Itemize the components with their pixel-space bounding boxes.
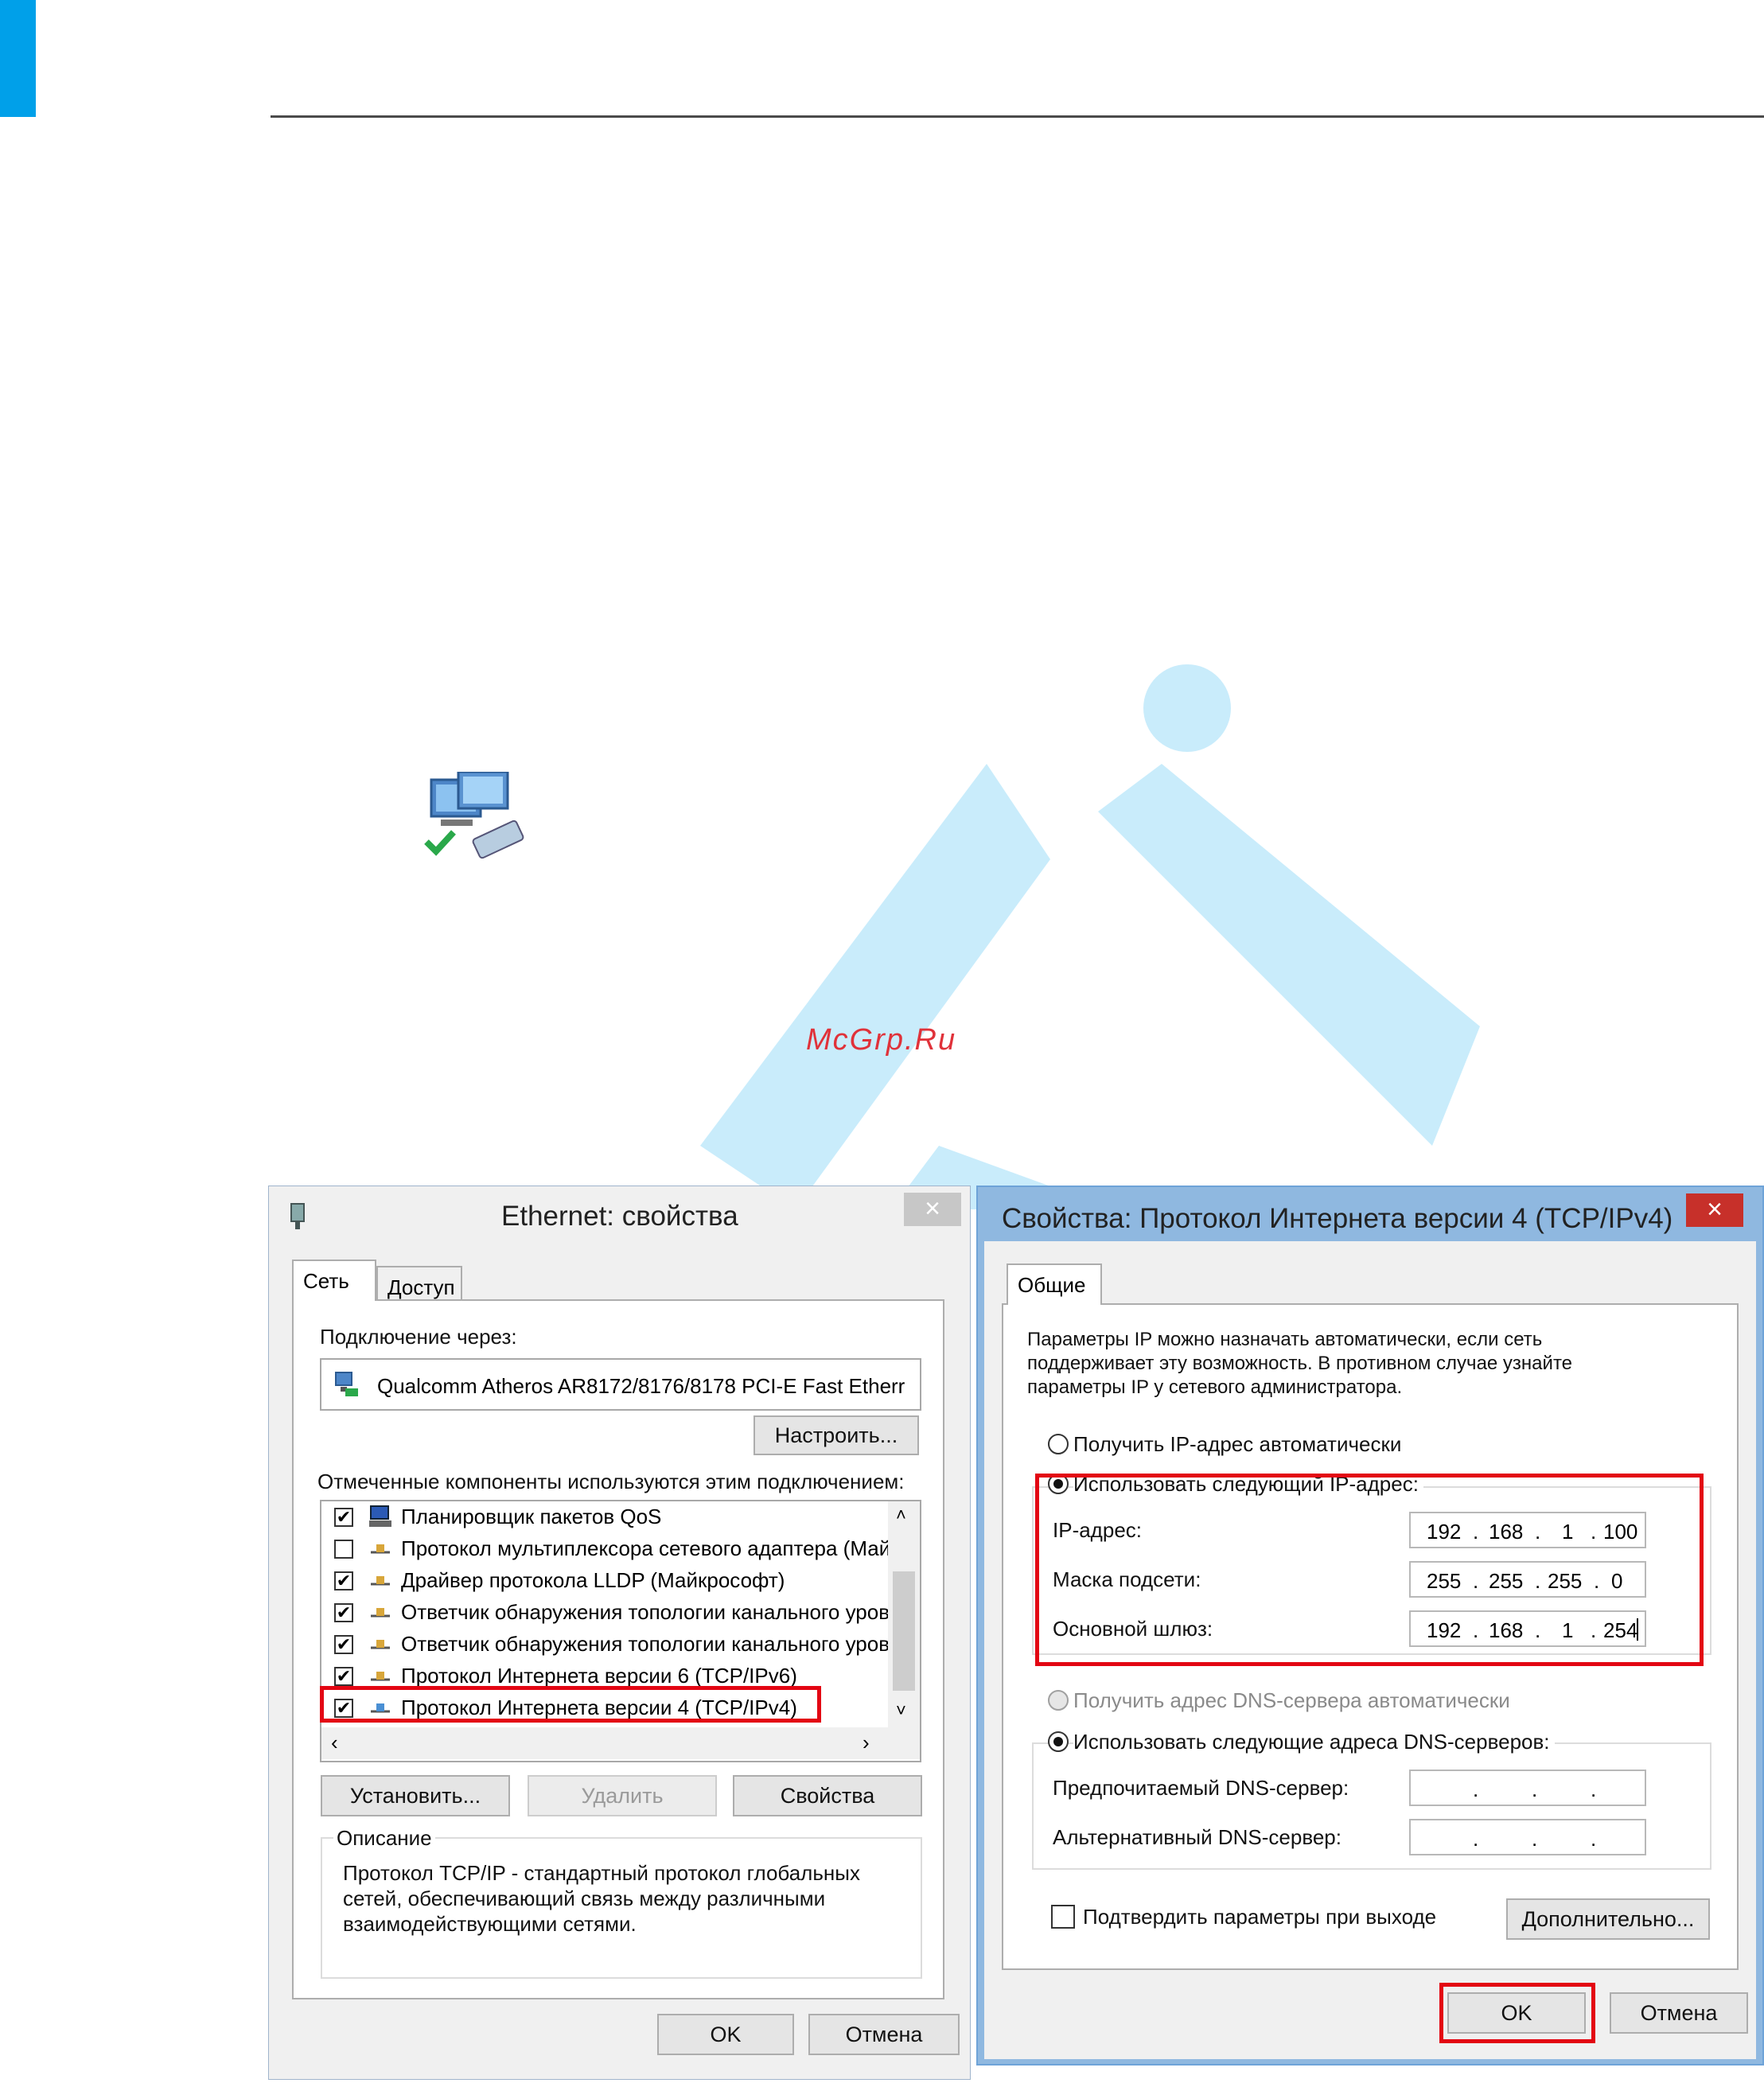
tab-label: Сеть bbox=[303, 1269, 349, 1293]
dialog-title: Ethernet: свойства bbox=[501, 1201, 738, 1232]
ip-separator: . bbox=[1473, 1827, 1479, 1851]
manual-dns-radio[interactable] bbox=[1048, 1731, 1069, 1752]
ip-separator: . bbox=[1532, 1827, 1538, 1851]
scroll-down-icon[interactable]: ˅ bbox=[896, 1700, 906, 1721]
header-accent-bar bbox=[0, 0, 36, 117]
vertical-scrollbar[interactable]: ˄ ˅ bbox=[888, 1501, 920, 1727]
manual-dns-label: Использовать следующие адреса DNS-сервер… bbox=[1073, 1730, 1555, 1754]
adapter-field: Qualcomm Atheros AR8172/8176/8178 PCI-E … bbox=[320, 1358, 921, 1411]
horizontal-scrollbar[interactable]: ‹ › bbox=[321, 1727, 920, 1759]
component-label: Ответчик обнаружения топологии канальног… bbox=[401, 1600, 890, 1624]
description-text-line: взаимодействующими сетями. bbox=[343, 1912, 637, 1936]
description-text-line: Протокол TCP/IP - стандартный протокол г… bbox=[343, 1861, 860, 1885]
description-text-line: сетей, обеспечивающий связь между различ… bbox=[343, 1886, 826, 1910]
components-list: ✔ Планировщик пакетов QoS Протокол мульт… bbox=[320, 1500, 921, 1762]
component-label: Протокол Интернета версии 6 (TCP/IPv6) bbox=[401, 1664, 797, 1688]
ip-settings-highlight bbox=[1035, 1474, 1704, 1666]
dialog-title: Свойства: Протокол Интернета версии 4 (T… bbox=[1002, 1203, 1673, 1234]
cancel-button[interactable]: Отмена bbox=[808, 2014, 960, 2055]
ip-separator: . bbox=[1591, 1827, 1597, 1851]
tab-label: Общие bbox=[1018, 1273, 1086, 1297]
scroll-right-icon[interactable]: › bbox=[863, 1731, 870, 1755]
configure-button[interactable]: Настроить... bbox=[753, 1415, 919, 1455]
info-text-line: поддерживает эту возможность. В противно… bbox=[1027, 1353, 1573, 1374]
protocol-icon bbox=[371, 1608, 390, 1618]
component-checkbox[interactable]: ✔ bbox=[334, 1571, 353, 1590]
components-label: Отмеченные компоненты используются этим … bbox=[317, 1470, 905, 1493]
ethernet-properties-dialog: Ethernet: свойства × Сеть Доступ Подключ… bbox=[268, 1186, 971, 2080]
watermark-dot bbox=[1143, 664, 1231, 752]
close-button[interactable]: × bbox=[1686, 1193, 1743, 1227]
validate-checkbox[interactable] bbox=[1051, 1905, 1075, 1929]
ok-highlight bbox=[1439, 1983, 1595, 2043]
ip-separator: . bbox=[1532, 1777, 1538, 1801]
properties-button[interactable]: Свойства bbox=[733, 1775, 922, 1816]
header-rule bbox=[271, 115, 1764, 118]
protocol-icon bbox=[371, 1672, 390, 1681]
scrollbar-thumb[interactable] bbox=[893, 1571, 915, 1691]
ok-button[interactable]: OK bbox=[657, 2014, 794, 2055]
network-tab-panel: Подключение через: Qualcomm Atheros AR81… bbox=[292, 1299, 944, 1999]
component-checkbox[interactable] bbox=[334, 1540, 353, 1559]
list-item[interactable]: Протокол мультиплексора сетевого адаптер… bbox=[321, 1533, 894, 1565]
adapter-title-icon bbox=[290, 1203, 305, 1229]
tab-network[interactable]: Сеть bbox=[292, 1260, 376, 1301]
install-button[interactable]: Установить... bbox=[321, 1775, 510, 1816]
component-label: Драйвер протокола LLDP (Майкрософт) bbox=[401, 1568, 785, 1592]
close-button[interactable]: × bbox=[904, 1193, 961, 1226]
auto-ip-radio[interactable] bbox=[1048, 1434, 1069, 1454]
validate-label: Подтвердить параметры при выходе bbox=[1083, 1905, 1437, 1929]
remove-button[interactable]: Удалить bbox=[528, 1775, 717, 1816]
network-connection-icon bbox=[424, 772, 524, 859]
auto-ip-label: Получить IP-адрес автоматически bbox=[1073, 1432, 1402, 1456]
component-label: Планировщик пакетов QoS bbox=[401, 1505, 662, 1528]
protocol-icon bbox=[371, 1576, 390, 1586]
ipv4-highlight bbox=[320, 1686, 821, 1723]
connect-via-label: Подключение через: bbox=[320, 1325, 517, 1349]
cancel-button[interactable]: Отмена bbox=[1610, 1992, 1748, 2034]
alternate-dns-label: Альтернативный DNS-сервер: bbox=[1053, 1825, 1341, 1849]
component-label: Ответчик обнаружения топологии канальног… bbox=[401, 1632, 890, 1656]
ip-separator: . bbox=[1591, 1777, 1597, 1801]
adapter-name: Qualcomm Atheros AR8172/8176/8178 PCI-E … bbox=[377, 1374, 905, 1398]
preferred-dns-field[interactable]: . . . bbox=[1409, 1770, 1646, 1806]
scroll-up-icon[interactable]: ˄ bbox=[896, 1505, 906, 1525]
auto-dns-radio[interactable] bbox=[1048, 1690, 1069, 1711]
component-label: Протокол мультиплексора сетевого адаптер… bbox=[401, 1536, 891, 1560]
info-text-line: Параметры IP можно назначать автоматичес… bbox=[1027, 1329, 1543, 1350]
tab-sharing[interactable]: Доступ bbox=[376, 1266, 462, 1301]
ip-separator: . bbox=[1473, 1777, 1479, 1801]
adapter-icon bbox=[335, 1372, 358, 1396]
advanced-button[interactable]: Дополнительно... bbox=[1506, 1898, 1710, 1940]
alternate-dns-field[interactable]: . . . bbox=[1409, 1819, 1646, 1855]
tab-general[interactable]: Общие bbox=[1007, 1263, 1102, 1305]
preferred-dns-label: Предпочитаемый DNS-сервер: bbox=[1053, 1776, 1349, 1800]
description-label: Описание bbox=[333, 1826, 435, 1851]
tab-label: Доступ bbox=[387, 1275, 455, 1299]
protocol-icon bbox=[371, 1544, 390, 1554]
list-item[interactable]: ✔ Планировщик пакетов QoS bbox=[321, 1501, 894, 1533]
component-checkbox[interactable]: ✔ bbox=[334, 1635, 353, 1654]
component-checkbox[interactable]: ✔ bbox=[334, 1508, 353, 1527]
watermark-text: McGrp.Ru bbox=[806, 1023, 957, 1057]
ipv4-properties-dialog: Свойства: Протокол Интернета версии 4 (T… bbox=[976, 1186, 1764, 2065]
component-checkbox[interactable]: ✔ bbox=[334, 1667, 353, 1686]
general-tab-panel: Параметры IP можно назначать автоматичес… bbox=[1002, 1303, 1739, 1970]
auto-dns-label: Получить адрес DNS-сервера автоматически bbox=[1073, 1688, 1510, 1712]
watermark-logo bbox=[700, 764, 1480, 1209]
info-text-line: параметры IP у сетевого администратора. bbox=[1027, 1376, 1403, 1398]
component-checkbox[interactable]: ✔ bbox=[334, 1603, 353, 1622]
protocol-icon bbox=[371, 1640, 390, 1649]
list-item[interactable]: ✔ Ответчик обнаружения топологии канальн… bbox=[321, 1597, 894, 1629]
scroll-left-icon[interactable]: ‹ bbox=[331, 1731, 338, 1755]
qos-icon bbox=[369, 1505, 391, 1527]
list-item[interactable]: ✔ Ответчик обнаружения топологии канальн… bbox=[321, 1629, 894, 1661]
list-item[interactable]: ✔ Драйвер протокола LLDP (Майкрософт) bbox=[321, 1565, 894, 1597]
